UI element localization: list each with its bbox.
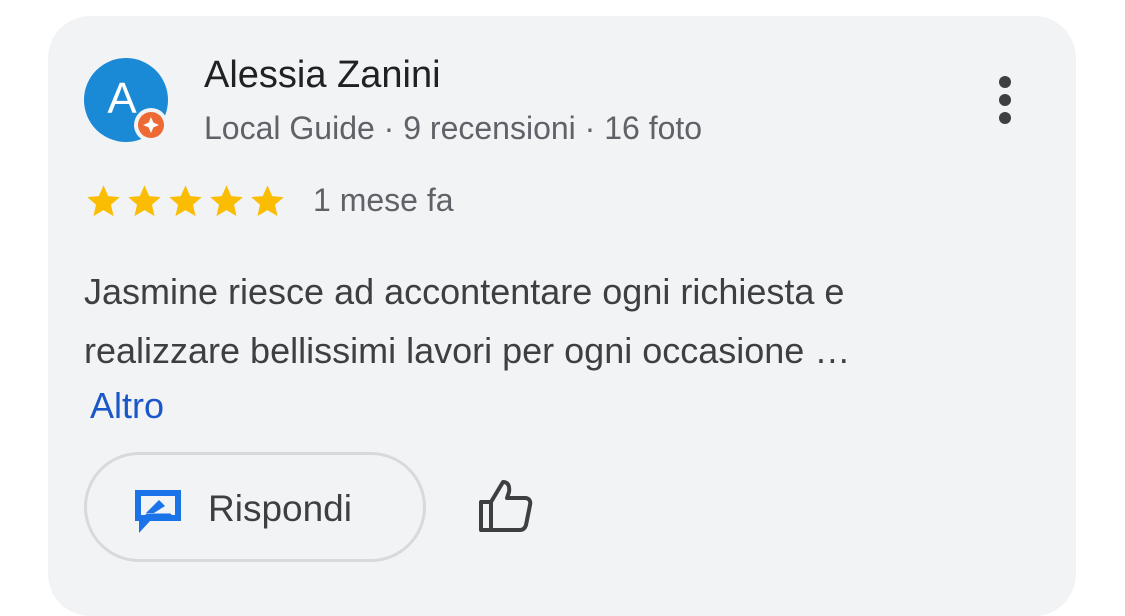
menu-dot [999, 112, 1011, 124]
review-date: 1 mese fa [313, 182, 454, 218]
review-text-line: realizzare bellissimi lavori per ogni oc… [84, 330, 851, 371]
star-icon [87, 185, 120, 217]
more-options-icon[interactable] [984, 70, 1028, 130]
star-icon [128, 185, 161, 217]
reply-button[interactable]: Rispondi [84, 452, 426, 562]
menu-dot [999, 94, 1011, 106]
reviewer-name[interactable]: Alessia Zanini [204, 54, 441, 97]
reviewer-meta: Local Guide · 9 recensioni · 16 foto [204, 110, 703, 146]
star-icon [169, 185, 202, 217]
read-more-link[interactable]: Altro [90, 385, 164, 427]
local-guide-badge [134, 108, 168, 142]
menu-dot [999, 76, 1011, 88]
local-guide-icon [138, 112, 164, 138]
star-icon [210, 185, 243, 217]
reply-icon [135, 490, 181, 533]
reply-label: Rispondi [208, 488, 352, 529]
thumbs-up-icon[interactable] [474, 474, 536, 536]
star-rating [84, 182, 287, 222]
star-icon [251, 185, 284, 217]
review-text-line: Jasmine riesce ad accontentare ogni rich… [84, 271, 845, 312]
review-text: Jasmine riesce ad accontentare ogni rich… [84, 262, 1034, 380]
